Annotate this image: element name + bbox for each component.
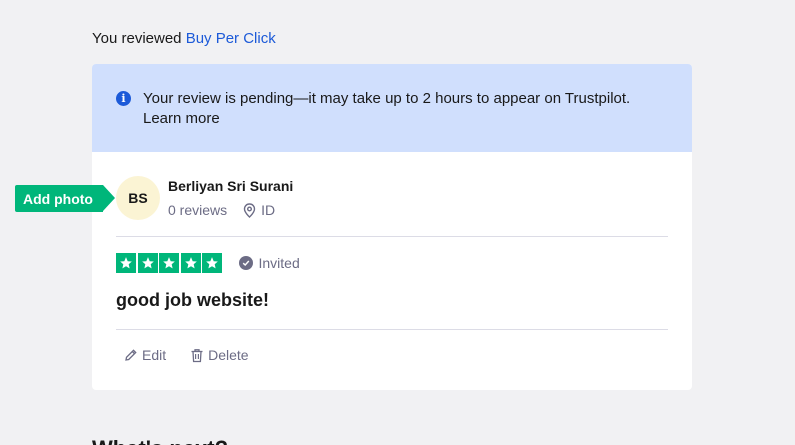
pencil-icon <box>125 349 137 361</box>
page: You reviewed Buy Per Click i Your review… <box>0 0 795 445</box>
reviewed-line: You reviewed Buy Per Click <box>92 30 276 47</box>
edit-button[interactable]: Edit <box>124 347 166 363</box>
notice-text: Your review is pending—it may take up to… <box>143 89 630 129</box>
reviewer-info: Berliyan Sri Surani 0 reviews ID <box>168 178 293 218</box>
reviewer-block: BS Berliyan Sri Surani 0 reviews ID <box>116 176 293 220</box>
star-icon <box>180 253 201 273</box>
check-icon <box>238 256 253 270</box>
location-pin-icon <box>243 202 256 218</box>
edit-label: Edit <box>142 347 167 363</box>
invited-badge[interactable]: Invited <box>238 255 300 271</box>
reviewer-meta: 0 reviews ID <box>168 202 293 218</box>
notice-message: Your review is pending—it may take up to… <box>143 90 631 107</box>
review-count: 0 reviews <box>168 202 228 218</box>
review-actions: Edit Delete <box>124 347 249 363</box>
delete-label: Delete <box>208 347 249 363</box>
invited-label: Invited <box>258 255 300 271</box>
star-rating <box>116 253 224 273</box>
section-heading: What's next? <box>92 436 228 445</box>
review-card: i Your review is pending—it may take up … <box>92 64 692 390</box>
reviewer-name[interactable]: Berliyan Sri Surani <box>168 178 293 194</box>
divider <box>116 236 668 237</box>
location-code: ID <box>261 202 276 218</box>
review-title: good job website! <box>116 290 269 310</box>
rating-row: Invited <box>116 253 300 273</box>
star-icon <box>116 253 136 273</box>
avatar[interactable]: BS <box>116 176 160 220</box>
info-icon: i <box>116 91 131 106</box>
add-photo-tooltip[interactable]: Add photo <box>15 185 115 212</box>
star-icon <box>202 253 222 273</box>
star-icon <box>137 253 158 273</box>
company-link[interactable]: Buy Per Click <box>186 30 276 47</box>
location: ID <box>243 202 275 218</box>
delete-button[interactable]: Delete <box>190 347 249 363</box>
star-icon <box>159 253 179 273</box>
reviewed-prefix: You reviewed <box>92 30 182 47</box>
pending-notice: i Your review is pending—it may take up … <box>92 64 692 152</box>
divider <box>116 329 668 330</box>
learn-more-link[interactable]: Learn more <box>143 109 630 129</box>
trash-icon <box>191 348 203 362</box>
